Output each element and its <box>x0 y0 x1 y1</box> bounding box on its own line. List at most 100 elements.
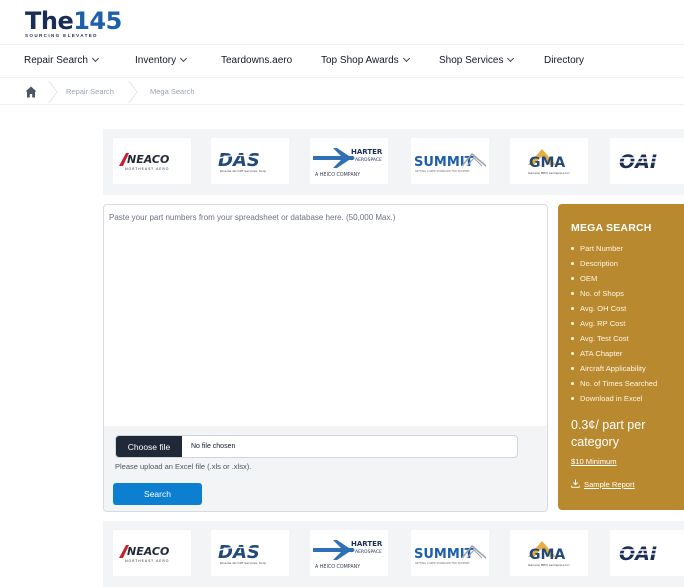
part-number-form: Choose file No file chosen Please upload… <box>103 204 548 512</box>
logo-tagline: SOURCING ELEVATED <box>25 33 98 38</box>
bullet-icon <box>571 262 574 265</box>
sample-report-link[interactable]: Sample Report <box>571 478 635 489</box>
feature-item: Avg. Test Cost <box>571 331 657 346</box>
logo-wordmark: The145 <box>25 7 122 35</box>
nav-item-inventory[interactable]: Inventory <box>135 45 188 77</box>
feature-item: Aircraft Applicability <box>571 361 657 376</box>
nav-item-shop-services[interactable]: Shop Services <box>439 45 515 77</box>
sponsor-gma[interactable]: GMA General MRO Aerospace Inc <box>510 530 588 576</box>
nav-item-label: Repair Search <box>24 55 88 66</box>
sponsor-gma[interactable]: GMA General MRO Aerospace Inc <box>510 138 588 184</box>
nav-item-label: Shop Services <box>439 55 504 66</box>
price-per-part: 0.3¢/ part per category <box>571 418 646 449</box>
sponsor-harter[interactable]: HARTER AEROSPACE A HEICO COMPANY <box>310 138 388 184</box>
upload-help-text: Please upload an Excel file (.xls or .xl… <box>115 462 252 471</box>
nav-item-repair-search[interactable]: Repair Search <box>24 45 99 77</box>
gma-logo: GMA General MRO Aerospace Inc <box>528 541 570 567</box>
sample-report-label: Sample Report <box>584 480 635 489</box>
mega-search-features: Part Number Description OEM No. of Shops… <box>571 241 657 406</box>
upload-panel: Choose file No file chosen Please upload… <box>104 426 547 511</box>
das-logo: DAS Diverse Aircraft Services, Corp. <box>216 150 267 173</box>
feature-item: ATA Chapter <box>571 346 657 361</box>
bullet-icon <box>571 397 574 400</box>
feature-item: OEM <box>571 271 657 286</box>
sponsor-name: HARTER <box>351 540 383 548</box>
feature-item: Avg. RP Cost <box>571 316 657 331</box>
feature-label: Avg. Test Cost <box>580 334 629 343</box>
neaco-logo: NEACO NORTHEAST AERO <box>119 545 169 563</box>
feature-label: Avg. RP Cost <box>580 319 626 328</box>
sponsor-sub: NORTHEAST AERO <box>125 167 169 171</box>
feature-label: Avg. OH Cost <box>580 304 627 313</box>
sponsor-das[interactable]: DAS Diverse Aircraft Services, Corp. <box>211 530 289 576</box>
nav-item-label: Directory <box>544 55 585 66</box>
feature-item: Avg. OH Cost <box>571 301 657 316</box>
mega-search-panel: MEGA SEARCH Part Number Description OEM … <box>558 204 684 510</box>
minimum-charge-link[interactable]: $10 Minimum <box>571 457 617 466</box>
sponsor-tag: A HEICO COMPANY <box>315 564 360 570</box>
sponsor-neaco[interactable]: NEACO NORTHEAST AERO <box>113 138 191 184</box>
sponsor-sub: Diverse Aircraft Services, Corp. <box>220 561 267 565</box>
oai-logo: OAI <box>617 151 683 173</box>
summit-logo: SUMMIT SETTING A NEW STANDARD FOR SUPPOR… <box>414 152 487 173</box>
harter-logo: HARTER AEROSPACE A HEICO COMPANY <box>313 540 383 570</box>
bullet-icon <box>571 352 574 355</box>
feature-label: Part Number <box>580 244 624 253</box>
feature-label: No. of Shops <box>580 289 624 298</box>
choose-file-button[interactable]: Choose file <box>116 436 182 457</box>
nav-item-label: Inventory <box>135 55 177 66</box>
sponsor-sub: General MRO Aerospace Inc <box>528 171 570 175</box>
gma-logo: GMA General MRO Aerospace Inc <box>528 149 570 175</box>
harter-logo: HARTER AEROSPACE A HEICO COMPANY <box>313 148 383 178</box>
das-logo: DAS Diverse Aircraft Services, Corp. <box>216 542 267 565</box>
nav-item-directory[interactable]: Directory <box>544 45 584 77</box>
feature-label: ATA Chapter <box>580 349 623 358</box>
file-input[interactable]: Choose file No file chosen <box>115 435 518 458</box>
sponsor-name: NEACO <box>127 545 169 558</box>
site-logo[interactable]: The145 SOURCING ELEVATED <box>25 7 135 40</box>
feature-label: Download in Excel <box>580 394 643 403</box>
sponsor-oai[interactable]: OAI <box>610 530 684 576</box>
sponsor-name: GMA <box>529 547 565 563</box>
sponsor-harter[interactable]: HARTER AEROSPACE A HEICO COMPANY <box>310 530 388 576</box>
feature-item: No. of Times Searched <box>571 376 657 391</box>
sponsor-name: DAS <box>218 542 260 563</box>
breadcrumb-separator-icon <box>128 81 138 103</box>
bullet-icon <box>571 337 574 340</box>
nav-item-top-shop-awards[interactable]: Top Shop Awards <box>321 45 410 77</box>
search-button[interactable]: Search <box>113 483 202 505</box>
breadcrumb-item-mega-search: Mega Search <box>150 87 195 96</box>
feature-label: Description <box>580 259 618 268</box>
feature-label: No. of Times Searched <box>580 379 658 388</box>
sponsor-summit[interactable]: SUMMIT SETTING A NEW STANDARD FOR SUPPOR… <box>411 138 489 184</box>
feature-item: No. of Shops <box>571 286 657 301</box>
mega-search-title: MEGA SEARCH <box>571 222 652 234</box>
nav-item-teardowns[interactable]: Teardowns.aero <box>221 45 292 77</box>
bullet-icon <box>571 382 574 385</box>
bullet-icon <box>571 247 574 250</box>
logo-the: The <box>25 7 74 35</box>
bullet-icon <box>571 307 574 310</box>
chevron-down-icon <box>507 54 515 63</box>
breadcrumb-item-repair-search[interactable]: Repair Search <box>66 79 114 105</box>
sponsor-bar-bottom: NEACO NORTHEAST AERO DAS Diverse Aircraf… <box>103 521 684 587</box>
bullet-icon <box>571 322 574 325</box>
sponsor-sub: General MRO Aerospace Inc <box>528 563 570 567</box>
feature-label: OEM <box>580 274 598 283</box>
sponsor-sub: NORTHEAST AERO <box>125 559 169 563</box>
sponsor-das[interactable]: DAS Diverse Aircraft Services, Corp. <box>211 138 289 184</box>
sponsor-neaco[interactable]: NEACO NORTHEAST AERO <box>113 530 191 576</box>
chevron-down-icon <box>91 54 99 63</box>
sponsor-tag: A HEICO COMPANY <box>315 172 360 178</box>
main-nav: Repair Search Inventory Teardowns.aero T… <box>0 44 684 78</box>
chevron-down-icon <box>180 54 188 63</box>
sponsor-sub: SETTING A NEW STANDARD FOR SUPPORT <box>415 169 470 173</box>
sponsor-sub: AEROSPACE <box>355 549 382 555</box>
sponsor-oai[interactable]: OAI <box>610 138 684 184</box>
home-icon[interactable] <box>24 85 38 99</box>
sponsor-summit[interactable]: SUMMIT SETTING A NEW STANDARD FOR SUPPOR… <box>411 530 489 576</box>
feature-item: Description <box>571 256 657 271</box>
breadcrumb-separator-icon <box>48 81 58 103</box>
part-numbers-textarea[interactable] <box>104 205 547 425</box>
logo-number: 145 <box>73 7 122 35</box>
